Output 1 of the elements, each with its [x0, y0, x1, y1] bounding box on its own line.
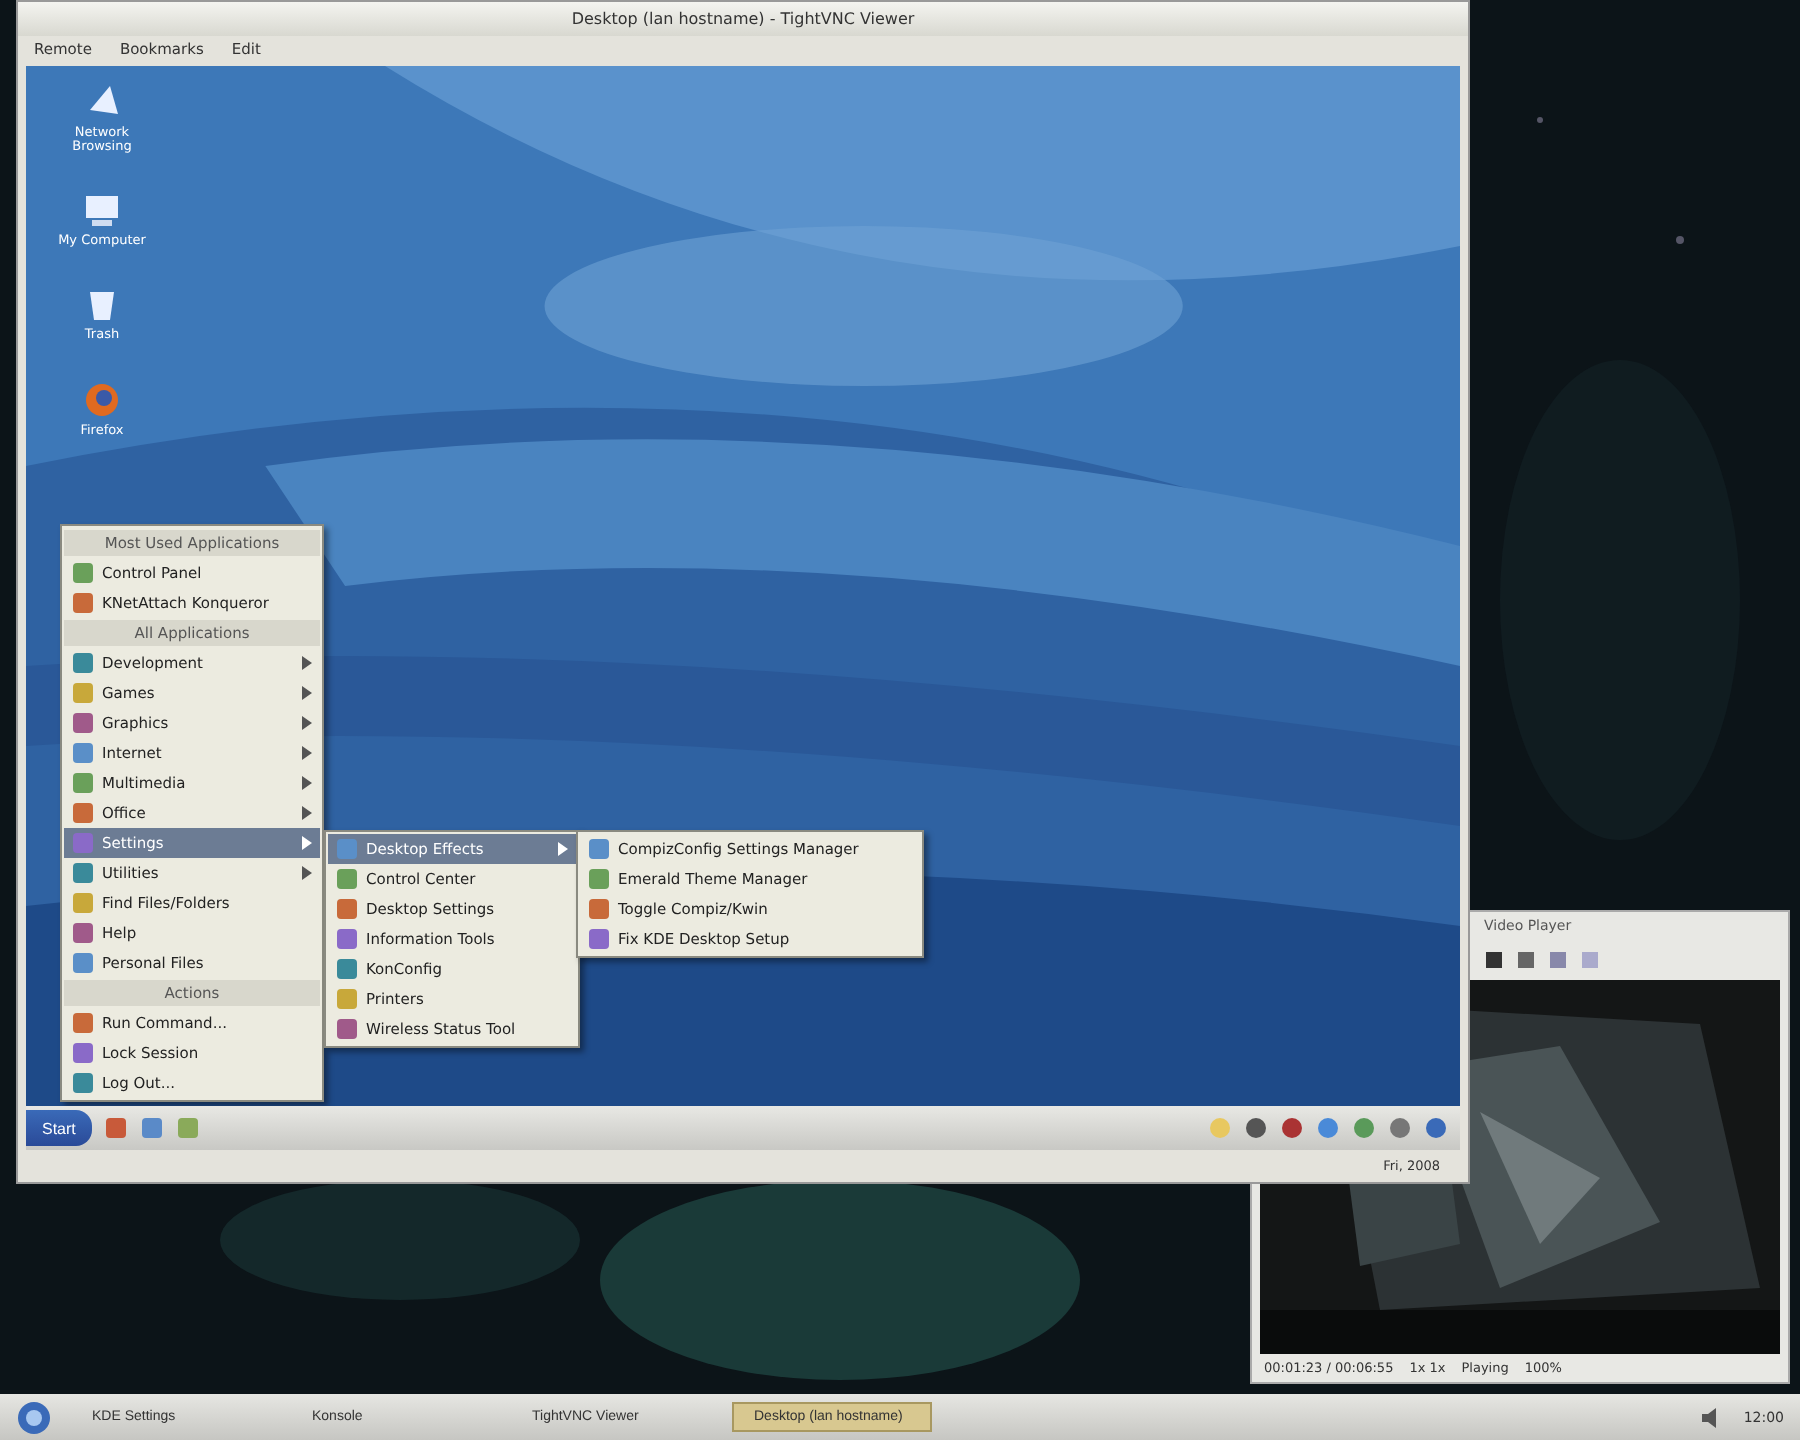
start-menu-icon[interactable] [16, 1399, 52, 1435]
